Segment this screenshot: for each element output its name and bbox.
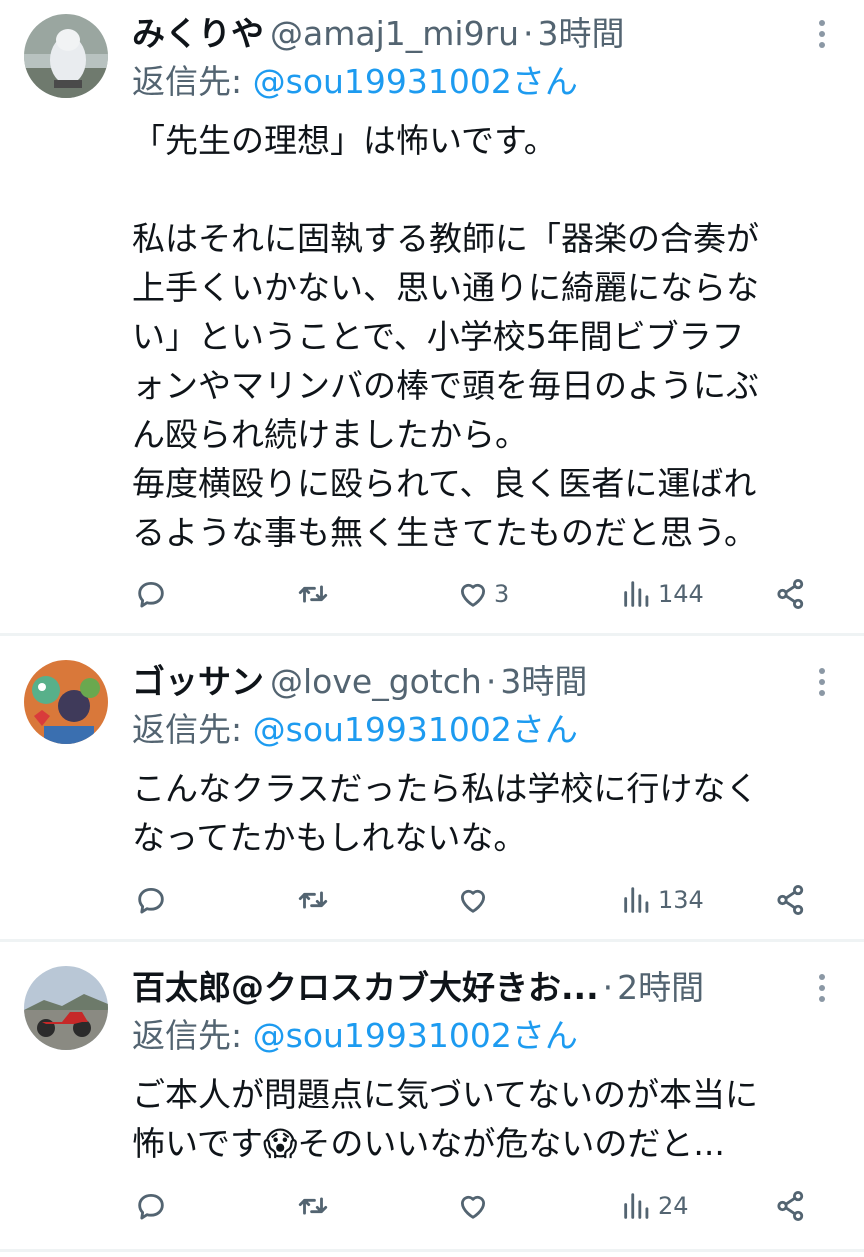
views-button[interactable]: 24	[620, 1186, 689, 1226]
timestamp[interactable]: 2時間	[617, 968, 704, 1007]
tweet[interactable]: ゴッサン @love_gotch · 3時間 返信先: @sou19931002さん …	[0, 636, 864, 942]
action-bar: 3 144	[132, 574, 840, 614]
reply-to: 返信先: @sou19931002さん	[132, 708, 578, 752]
reply-icon	[138, 1193, 164, 1220]
tweet-text-line: 私はそれに固執する教師に「器楽の合奏が	[132, 219, 759, 258]
tweet-text-line: るような事も無く生きてたものだと思う。	[132, 513, 758, 552]
tweet-text-line: ォンやマリンバの棒で頭を毎日のようにぶ	[132, 366, 759, 405]
views-icon	[624, 887, 649, 913]
tweet-text: こんなクラスだったら私は学校に行けなく なってたかもしれないな。	[132, 764, 758, 862]
separator: ·	[485, 662, 497, 701]
action-bar: 24	[132, 1186, 840, 1226]
action-bar: 134	[132, 880, 840, 920]
views-count: 24	[658, 1192, 689, 1220]
retweet-button[interactable]	[296, 1186, 330, 1226]
display-name[interactable]: 百太郎@クロスカブ大好きお...	[132, 968, 599, 1007]
more-icon[interactable]	[804, 968, 840, 1008]
reply-button[interactable]	[134, 880, 168, 920]
tweet-text-line: ご本人が問題点に気づいてないのが本当に	[132, 1075, 759, 1114]
share-icon	[777, 578, 804, 610]
tweet-text-line	[132, 165, 759, 214]
tweet-text: 「先生の理想」は怖いです。 私はそれに固執する教師に「器楽の合奏が 上手くいかな…	[132, 116, 759, 557]
tweet[interactable]: みくりや @amaj1_mi9ru · 3時間 返信先: @sou19931002さん…	[0, 0, 864, 636]
tweet-text-line: 上手くいかない、思い通りに綺麗にならな	[132, 268, 759, 307]
reply-to-mention[interactable]: @sou19931002さん	[253, 1016, 578, 1055]
retweet-icon	[298, 1197, 328, 1215]
share-button[interactable]	[774, 880, 808, 920]
reply-icon	[138, 887, 164, 914]
tweet-text-line: 毎度横殴りに殴られて、良く医者に運ばれ	[132, 464, 757, 503]
avatar[interactable]	[24, 14, 108, 98]
tweet-text-line: 怖いです😱そのいいなが危ないのだと...	[132, 1124, 725, 1163]
like-button[interactable]	[456, 1186, 494, 1226]
reply-to-mention[interactable]: @sou19931002さん	[253, 710, 578, 749]
tweet-header: 百太郎@クロスカブ大好きお... · 2時間	[132, 966, 704, 1010]
display-name[interactable]: ゴッサン	[132, 662, 264, 701]
avatar[interactable]	[24, 966, 108, 1050]
retweet-button[interactable]	[296, 880, 330, 920]
reply-to: 返信先: @sou19931002さん	[132, 60, 578, 104]
tweet-text-line: こんなクラスだったら私は学校に行けなく	[132, 769, 759, 808]
views-button[interactable]: 134	[620, 880, 704, 920]
retweet-icon	[298, 585, 328, 603]
views-icon	[624, 1193, 649, 1219]
reply-to-label: 返信先:	[132, 1016, 243, 1055]
retweet-button[interactable]	[296, 574, 330, 614]
share-icon	[777, 884, 804, 916]
more-icon[interactable]	[804, 662, 840, 702]
separator: ·	[602, 968, 614, 1007]
reply-to-label: 返信先:	[132, 710, 243, 749]
user-handle[interactable]: @amaj1_mi9ru	[270, 14, 519, 53]
tweet[interactable]: 百太郎@クロスカブ大好きお... · 2時間 返信先: @sou19931002さん…	[0, 942, 864, 1252]
views-count: 144	[658, 580, 704, 608]
tweet-text-line: い」ということで、小学校5年間ビブラフ	[132, 317, 745, 356]
tweet-text-line: なってたかもしれないな。	[132, 818, 527, 857]
heart-icon	[460, 889, 486, 913]
user-handle[interactable]: @love_gotch	[270, 662, 482, 701]
reply-to-mention[interactable]: @sou19931002さん	[253, 62, 578, 101]
timestamp[interactable]: 3時間	[538, 14, 625, 53]
retweet-icon	[298, 891, 328, 909]
more-icon[interactable]	[804, 14, 840, 54]
heart-icon	[460, 1195, 486, 1219]
reply-button[interactable]	[134, 574, 168, 614]
tweet-text-line: 「先生の理想」は怖いです。	[132, 121, 557, 160]
tweet-header: みくりや @amaj1_mi9ru · 3時間	[132, 12, 625, 56]
heart-icon	[460, 583, 486, 607]
display-name[interactable]: みくりや	[132, 14, 264, 53]
like-button[interactable]: 3	[456, 574, 509, 614]
reply-icon	[138, 581, 164, 608]
tweet-text: ご本人が問題点に気づいてないのが本当に 怖いです😱そのいいなが危ないのだと...	[132, 1070, 758, 1168]
share-button[interactable]	[774, 574, 808, 614]
avatar[interactable]	[24, 660, 108, 744]
tweet-header: ゴッサン @love_gotch · 3時間	[132, 660, 587, 704]
share-icon	[777, 1190, 804, 1222]
like-count: 3	[494, 580, 510, 608]
reply-button[interactable]	[134, 1186, 168, 1226]
reply-to-label: 返信先:	[132, 62, 243, 101]
timestamp[interactable]: 3時間	[500, 662, 587, 701]
separator: ·	[523, 14, 534, 53]
reply-to: 返信先: @sou19931002さん	[132, 1014, 578, 1058]
views-icon	[624, 581, 649, 607]
views-button[interactable]: 144	[620, 574, 704, 614]
tweet-text-line: ん殴られ続けましたから。	[132, 415, 528, 454]
like-button[interactable]	[456, 880, 494, 920]
views-count: 134	[658, 886, 704, 914]
share-button[interactable]	[774, 1186, 808, 1226]
